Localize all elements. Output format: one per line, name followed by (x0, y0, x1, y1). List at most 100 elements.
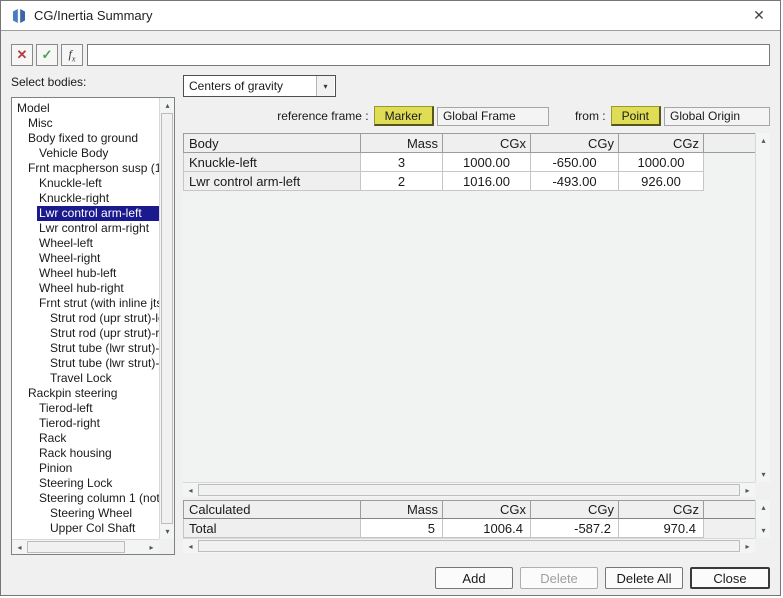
calculated-grid: Calculated Mass CGx CGy CGz Total51006.4… (183, 500, 755, 538)
column-header-body: Body (183, 133, 361, 153)
scroll-down-icon[interactable]: ▾ (756, 523, 771, 538)
fx-icon: fx (69, 47, 76, 63)
cgx-cell: 1016.00 (443, 172, 531, 191)
cgx-cell: 1000.00 (443, 153, 531, 172)
column-header-mass: Mass (361, 133, 443, 153)
tree-item[interactable]: Frnt strut (with inline jts) (37, 296, 159, 311)
delete-all-button[interactable]: Delete All (605, 567, 683, 589)
tree-item[interactable]: Steering column 1 (not for al (37, 491, 159, 506)
tree-item[interactable]: Wheel-left (37, 236, 159, 251)
table-row[interactable]: Total51006.4-587.2970.4 (183, 519, 755, 538)
table-row[interactable]: Lwr control arm-left21016.00-493.00926.0… (183, 172, 755, 191)
point-button[interactable]: Point (611, 106, 661, 126)
tree-item[interactable]: Lwr control arm-left (37, 206, 159, 221)
tree-item[interactable]: Upper Col Shaft (48, 521, 159, 536)
tree-item[interactable]: Lwr control arm-right (37, 221, 159, 236)
scrollbar-thumb[interactable] (198, 540, 740, 552)
column-header-cgy: CGy (531, 500, 619, 519)
tree-item[interactable]: Body fixed to ground (26, 131, 159, 146)
tree-item[interactable]: Rack (37, 431, 159, 446)
cgy-cell: -650.00 (531, 153, 619, 172)
tree-item[interactable]: Wheel hub-right (37, 281, 159, 296)
from-label: from : (575, 109, 606, 123)
tree-item[interactable]: Frnt macpherson susp (1 pc. L (26, 161, 159, 176)
apply-button[interactable]: ✓ (36, 44, 58, 66)
close-button[interactable]: Close (690, 567, 770, 589)
scroll-up-icon[interactable]: ▴ (160, 98, 175, 113)
tree-item[interactable]: Model (15, 101, 159, 116)
cgy-cell: -587.2 (531, 519, 619, 538)
tree-item[interactable]: Wheel-right (37, 251, 159, 266)
calc-table-rows: Total51006.4-587.2970.4 (183, 519, 755, 538)
tree-item[interactable]: Pinion (37, 461, 159, 476)
body-table-vscrollbar[interactable]: ▴ ▾ (755, 133, 770, 482)
tree-item[interactable]: Tierod-left (37, 401, 159, 416)
tree-item[interactable]: Knuckle-left (37, 176, 159, 191)
cgz-cell: 970.4 (619, 519, 704, 538)
empty-cell (704, 153, 755, 172)
calc-table-vscrollbar[interactable]: ▴ ▾ (755, 500, 770, 538)
tree-item[interactable]: Travel Lock (48, 371, 159, 386)
scroll-left-icon[interactable]: ◂ (183, 539, 198, 554)
title-bar: CG/Inertia Summary ✕ (1, 1, 780, 31)
empty-cell (704, 172, 755, 191)
marker-button[interactable]: Marker (374, 106, 434, 126)
scroll-down-icon[interactable]: ▾ (160, 524, 175, 539)
scroll-left-icon[interactable]: ◂ (12, 540, 27, 555)
column-header-cgz: CGz (619, 133, 704, 153)
tree-item[interactable]: Strut rod (upr strut)-right (48, 326, 159, 341)
tree-item[interactable]: Steering Lock (37, 476, 159, 491)
window-title: CG/Inertia Summary (34, 8, 152, 23)
scrollbar-thumb[interactable] (161, 113, 173, 524)
close-icon[interactable]: ✕ (748, 7, 770, 24)
calc-table-hscrollbar[interactable]: ◂ ▸ (183, 538, 755, 553)
scroll-up-icon[interactable]: ▴ (756, 133, 771, 148)
expression-input[interactable] (87, 44, 770, 66)
tree-item[interactable]: Rack housing (37, 446, 159, 461)
mass-cell: 5 (361, 519, 443, 538)
bodies-list-hscrollbar[interactable]: ◂ ▸ (12, 539, 159, 554)
scroll-up-icon[interactable]: ▴ (756, 500, 771, 515)
body-table-hscrollbar[interactable]: ◂ ▸ (183, 482, 755, 497)
scroll-right-icon[interactable]: ▸ (144, 540, 159, 555)
scroll-right-icon[interactable]: ▸ (740, 539, 755, 554)
column-header-calculated: Calculated (183, 500, 361, 519)
left-panel: Select bodies: ModelMiscBody fixed to gr… (11, 75, 175, 555)
delete-button[interactable]: Delete (520, 567, 598, 589)
body-table-rows: Knuckle-left31000.00-650.001000.00Lwr co… (183, 153, 755, 191)
tree-item[interactable]: Strut tube (lwr strut)-left (48, 341, 159, 356)
cg-inertia-summary-dialog: CG/Inertia Summary ✕ ✕ ✓ fx Select bodie… (0, 0, 781, 596)
column-header-empty (704, 133, 755, 153)
reference-frame-label: reference frame : (277, 109, 368, 123)
function-builder-button[interactable]: fx (61, 44, 83, 66)
tree-item[interactable]: Vehicle Body (37, 146, 159, 161)
expression-toolbar: ✕ ✓ fx (11, 44, 770, 66)
body-cell: Total (183, 519, 361, 538)
scrollbar-thumb[interactable] (198, 484, 740, 496)
column-header-mass: Mass (361, 500, 443, 519)
from-point-field[interactable]: Global Origin (664, 107, 770, 126)
tree-item[interactable]: Tierod-right (37, 416, 159, 431)
tree-item[interactable]: Wheel hub-left (37, 266, 159, 281)
table-header-row: Body Mass CGx CGy CGz (183, 133, 755, 153)
scroll-left-icon[interactable]: ◂ (183, 483, 198, 498)
scrollbar-corner (755, 482, 770, 497)
tree-item[interactable]: Strut rod (upr strut)-left (48, 311, 159, 326)
table-row[interactable]: Knuckle-left31000.00-650.001000.00 (183, 153, 755, 172)
tree-item[interactable]: Rackpin steering (26, 386, 159, 401)
view-mode-select[interactable]: Centers of gravity ▾ (183, 75, 336, 97)
chevron-down-icon[interactable]: ▾ (316, 76, 334, 96)
mass-cell: 2 (361, 172, 443, 191)
bodies-list-vscrollbar[interactable]: ▴ ▾ (159, 98, 174, 539)
cancel-button[interactable]: ✕ (11, 44, 33, 66)
scroll-right-icon[interactable]: ▸ (740, 483, 755, 498)
tree-item[interactable]: Steering Wheel (48, 506, 159, 521)
reference-frame-row: reference frame : Marker Global Frame fr… (183, 105, 770, 127)
add-button[interactable]: Add (435, 567, 513, 589)
tree-item[interactable]: Strut tube (lwr strut)-right (48, 356, 159, 371)
reference-frame-field[interactable]: Global Frame (437, 107, 549, 126)
scrollbar-thumb[interactable] (27, 541, 125, 553)
scroll-down-icon[interactable]: ▾ (756, 467, 771, 482)
tree-item[interactable]: Knuckle-right (37, 191, 159, 206)
tree-item[interactable]: Misc (26, 116, 159, 131)
